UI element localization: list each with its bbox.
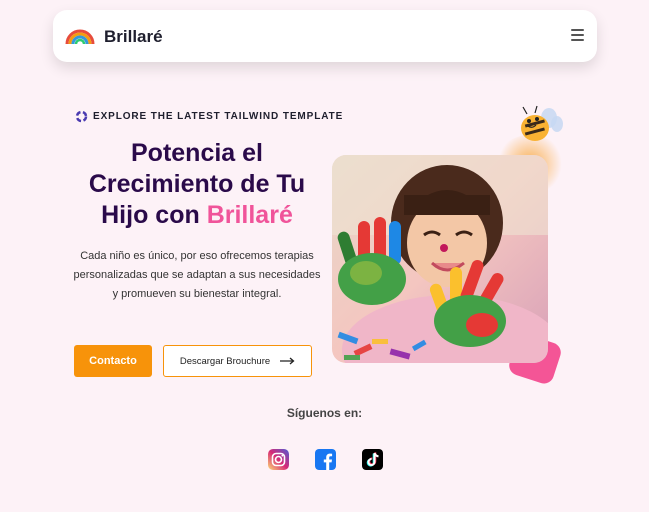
page-title: Potencia el Crecimiento de Tu Hijo con B… (70, 138, 324, 231)
badge-text: EXPLORE THE LATEST TAILWIND TEMPLATE (93, 111, 344, 122)
contact-button[interactable]: Contacto (74, 345, 152, 377)
bee-icon (521, 105, 563, 141)
tiktok-icon[interactable] (362, 449, 383, 470)
instagram-icon[interactable] (268, 449, 289, 470)
hero-badge: EXPLORE THE LATEST TAILWIND TEMPLATE (75, 110, 343, 123)
brand-name[interactable]: Brillaré (104, 27, 163, 47)
child-painted-hands-photo (332, 155, 548, 363)
hamburger-icon (571, 29, 584, 41)
hero-image (332, 155, 548, 363)
rainbow-icon[interactable] (65, 26, 95, 46)
download-brochure-label: Descargar Brouchure (179, 355, 271, 367)
facebook-icon[interactable] (315, 449, 336, 470)
spinner-icon (75, 110, 88, 123)
menu-button[interactable] (571, 29, 584, 41)
download-brochure-button[interactable]: Descargar Brouchure (163, 345, 312, 377)
social-title: Síguenos en: (286, 406, 363, 420)
headline-highlight: Brillaré (206, 201, 293, 229)
hero-description: Cada niño es único, por eso ofrecemos te… (73, 250, 321, 300)
navbar: Brillaré (53, 10, 597, 62)
arrow-right-icon (280, 357, 295, 365)
